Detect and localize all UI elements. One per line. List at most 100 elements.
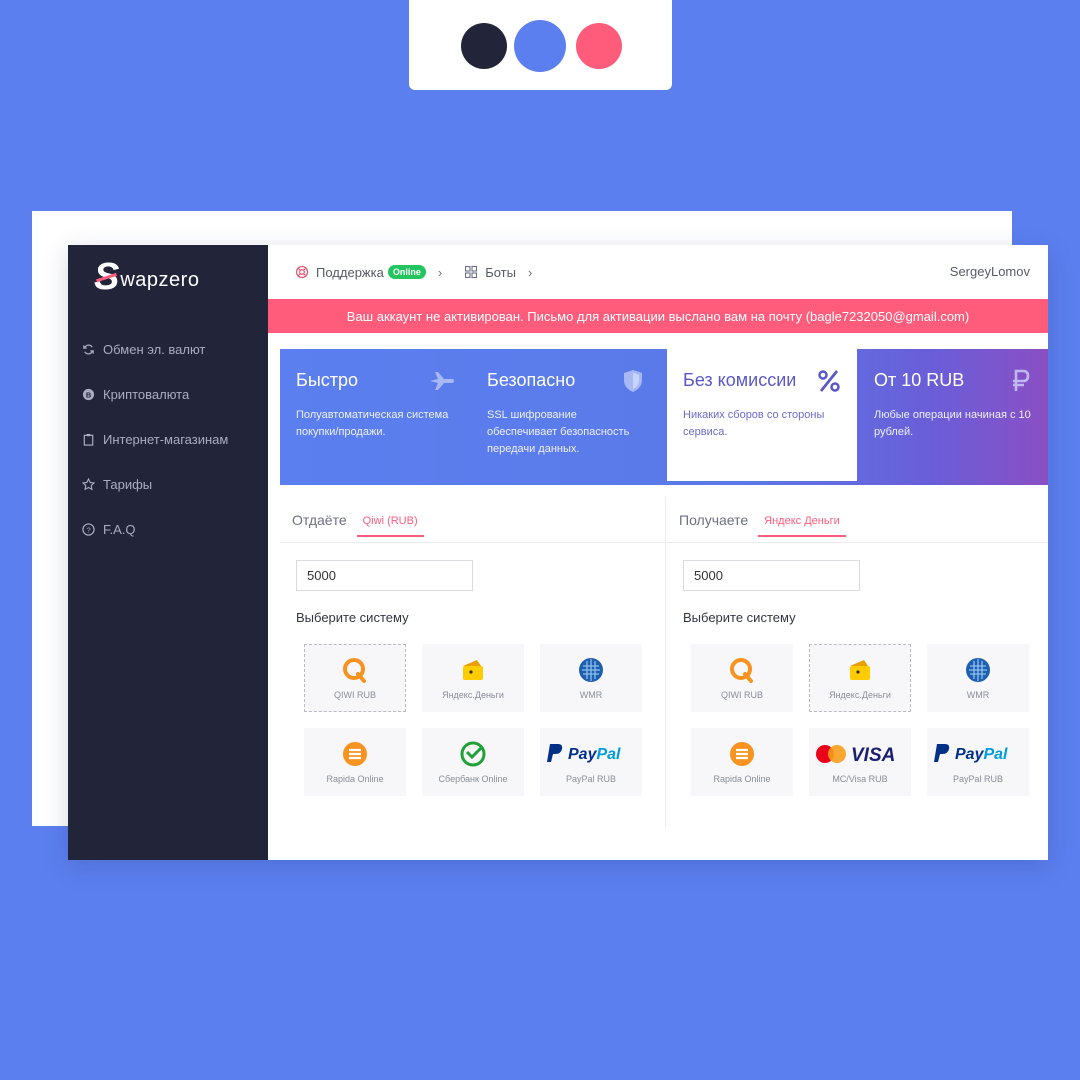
support-link[interactable]: Поддержка Online › (295, 265, 442, 280)
feature-desc: Любые операции начиная с 10 рублей. (874, 409, 1031, 438)
qiwi-icon (728, 656, 756, 684)
tile-wmr[interactable]: WMR (540, 644, 642, 712)
tile-label: Сбербанк Online (438, 774, 508, 784)
tile-label: WMR (966, 690, 990, 700)
tile-paypal[interactable]: PayPal PayPal RUB (927, 728, 1029, 796)
chevron-right-icon: › (527, 264, 533, 280)
sidebar-item-label: Криптовалюта (103, 387, 190, 402)
pink-dot (576, 23, 622, 69)
online-badge: Online (387, 265, 426, 279)
sidebar: S wapzero Обмен эл. валют B Криптовалюта (68, 245, 268, 860)
tile-rapida[interactable]: Rapida Online (691, 728, 793, 796)
svg-text:PayPal: PayPal (568, 746, 621, 763)
qiwi-icon (341, 656, 369, 684)
sidebar-item-faq[interactable]: ? F.A.Q (82, 507, 262, 552)
get-choose-label: Выберите систему (683, 610, 796, 625)
give-choose-label: Выберите систему (296, 610, 409, 625)
tile-label: WMR (579, 690, 603, 700)
logo-s: S (94, 256, 120, 298)
tile-label: QIWI RUB (721, 690, 763, 700)
sidebar-item-exchange[interactable]: Обмен эл. валют (82, 327, 262, 372)
rapida-icon (341, 740, 369, 768)
yandex-money-icon (846, 656, 874, 684)
refresh-icon (82, 343, 95, 356)
get-panel-header: Получаете Яндекс Деньги (667, 497, 1048, 543)
tile-yandex[interactable]: Яндекс.Деньги (809, 644, 911, 712)
give-panel: Отдаёте Qiwi (RUB) Выберите систему QIWI… (280, 497, 666, 827)
rapida-icon (728, 740, 756, 768)
bots-label: Боты (485, 264, 516, 280)
tile-label: MC/Visa RUB (832, 774, 888, 784)
tile-qiwi[interactable]: QIWI RUB (304, 644, 406, 712)
chevron-right-icon: › (437, 264, 443, 280)
webmoney-icon (964, 656, 992, 684)
feature-desc: Полуавтоматическая система покупки/прода… (296, 409, 449, 438)
tile-paypal[interactable]: PayPal PayPal RUB (540, 728, 642, 796)
feature-secure: Безопасно SSL шифрование обеспечивает бе… (471, 349, 661, 485)
bots-link[interactable]: Боты › (464, 265, 532, 280)
feature-desc: Никаких сборов со стороны сервиса. (683, 409, 825, 438)
webmoney-icon (577, 656, 605, 684)
paypal-icon: PayPal (933, 740, 1023, 768)
shield-icon (619, 369, 647, 393)
get-label: Получаете (679, 511, 749, 528)
plane-icon (428, 369, 456, 393)
tile-label: QIWI RUB (334, 690, 376, 700)
tile-sberbank[interactable]: Сбербанк Online (422, 728, 524, 796)
feature-desc: SSL шифрование обеспечивает безопасность… (487, 409, 630, 455)
activation-alert: Ваш аккаунт не активирован. Письмо для а… (268, 299, 1048, 333)
get-panel: Получаете Яндекс Деньги Выберите систему… (667, 497, 1048, 827)
tile-label: Яндекс.Деньги (442, 690, 504, 700)
yandex-money-icon (459, 656, 487, 684)
percent-icon (815, 369, 843, 393)
feature-min-amount: От 10 RUB Любые операции начиная с 10 ру… (858, 349, 1048, 485)
tile-label: PayPal RUB (952, 774, 1004, 784)
star-icon (82, 478, 95, 491)
coin-icon: B (82, 388, 95, 401)
give-currency-tab[interactable]: Qiwi (RUB) (356, 507, 424, 537)
get-amount-input[interactable] (683, 560, 860, 591)
blue-dot (514, 20, 566, 72)
dark-dot (461, 23, 507, 69)
user-name[interactable]: SergeyLomov (950, 264, 1030, 279)
top-bar: Поддержка Online › Боты › SergeyLomov (268, 245, 1048, 299)
sidebar-item-crypto[interactable]: B Криптовалюта (82, 372, 262, 417)
feature-fast: Быстро Полуавтоматическая система покупк… (280, 349, 470, 485)
sidebar-nav: Обмен эл. валют B Криптовалюта Интернет-… (82, 327, 262, 552)
lifebuoy-icon (295, 265, 309, 279)
get-currency-tab[interactable]: Яндекс Деньги (758, 507, 846, 537)
tile-yandex[interactable]: Яндекс.Деньги (422, 644, 524, 712)
tile-rapida[interactable]: Rapida Online (304, 728, 406, 796)
svg-text:VISA: VISA (851, 745, 895, 766)
sberbank-icon (459, 740, 487, 768)
support-label: Поддержка (316, 264, 384, 280)
logo[interactable]: S wapzero (94, 257, 199, 297)
tile-label: Rapida Online (326, 774, 384, 784)
tile-mc-visa[interactable]: VISA MC/Visa RUB (809, 728, 911, 796)
svg-text:PayPal: PayPal (955, 746, 1008, 763)
give-panel-header: Отдаёте Qiwi (RUB) (280, 497, 665, 543)
tile-qiwi[interactable]: QIWI RUB (691, 644, 793, 712)
paypal-icon: PayPal (546, 740, 636, 768)
sidebar-item-label: Тарифы (103, 477, 153, 492)
sidebar-item-label: Интернет-магазинам (103, 432, 229, 447)
help-icon: ? (82, 523, 95, 536)
svg-text:B: B (86, 390, 92, 399)
ruble-icon (1006, 369, 1034, 393)
tile-wmr[interactable]: WMR (927, 644, 1029, 712)
tile-label: Rapida Online (713, 774, 771, 784)
give-amount-input[interactable] (296, 560, 473, 591)
sidebar-item-label: F.A.Q (103, 522, 136, 537)
give-label: Отдаёте (292, 511, 347, 528)
sidebar-item-tariffs[interactable]: Тарифы (82, 462, 262, 507)
sidebar-item-shops[interactable]: Интернет-магазинам (82, 417, 262, 462)
app-window: S wapzero Обмен эл. валют B Криптовалюта (68, 245, 1048, 860)
logo-text: wapzero (120, 268, 200, 291)
tile-label: PayPal RUB (565, 774, 617, 784)
tile-label: Яндекс.Деньги (829, 690, 891, 700)
feature-no-fee: Без комиссии Никаких сборов со стороны с… (667, 349, 857, 481)
window-dots-card (409, 0, 672, 90)
features-banner: Быстро Полуавтоматическая система покупк… (280, 349, 1048, 485)
clipboard-icon (82, 433, 95, 446)
sidebar-item-label: Обмен эл. валют (103, 342, 206, 357)
